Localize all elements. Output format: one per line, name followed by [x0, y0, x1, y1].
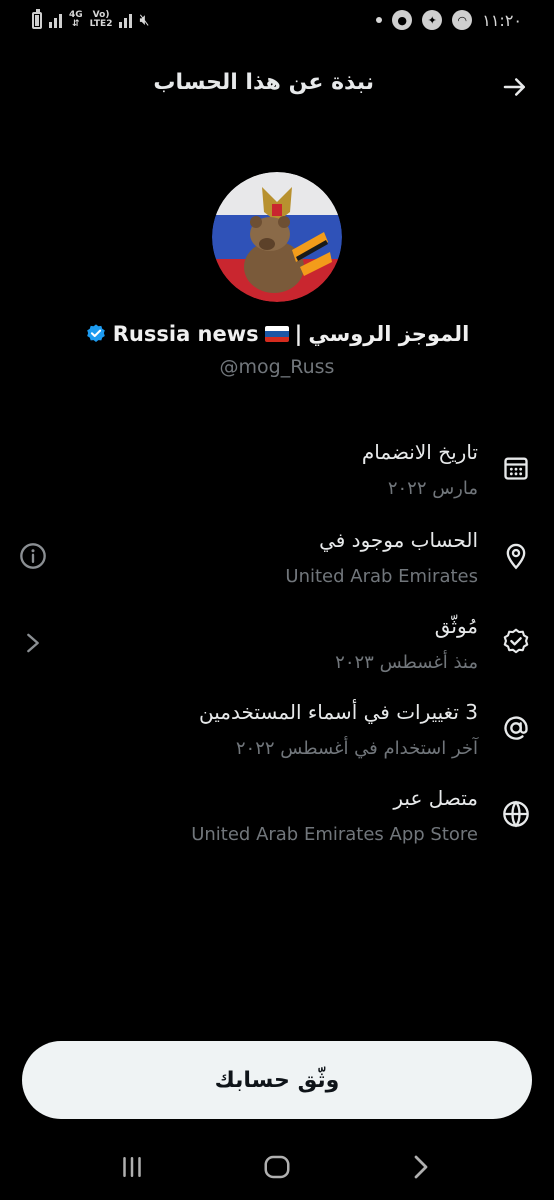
info-row-location: الحساب موجود في United Arab Emirates [0, 528, 554, 598]
status-right: ● ✦ ◠ ١١:٢٠ [376, 10, 522, 30]
joined-label: تاريخ الانضمام [361, 440, 478, 464]
at-sign-icon [504, 716, 528, 740]
username-changes-last: آخر استخدام في أغسطس ٢٠٢٢ [235, 738, 478, 759]
verified-label: مُوثّق [434, 614, 478, 638]
home-icon[interactable] [262, 1152, 292, 1182]
status-bar: 4G ⇵ Vo) LTE2 🔇︎ ● ✦ ◠ ١١:٢٠ [0, 0, 554, 44]
info-row-verified: مُوثّق منذ أغسطس ٢٠٢٣ [0, 614, 554, 684]
lte-label: LTE2 [89, 19, 113, 29]
notification-dot-icon [376, 17, 383, 23]
display-name: الموجز الروسي | Russia news [0, 322, 554, 346]
recent-apps-icon[interactable] [117, 1152, 147, 1182]
status-left: 4G ⇵ Vo) LTE2 🔇︎ [32, 8, 150, 30]
page-title: نبذة عن هذا الحساب [153, 70, 374, 95]
joined-date: مارس ٢٠٢٢ [387, 478, 478, 499]
network-label: 4G [69, 10, 83, 20]
header: نبذة عن هذا الحساب [0, 62, 554, 110]
connected-via-label: متصل عبر [393, 786, 478, 810]
clock: ١١:٢٠ [482, 10, 522, 30]
avatar[interactable] [212, 172, 342, 302]
verified-since: منذ أغسطس ٢٠٢٣ [335, 652, 478, 673]
back-icon[interactable] [406, 1152, 436, 1182]
globe-icon [503, 800, 529, 828]
display-name-english: Russia news [112, 322, 259, 346]
location-label: الحساب موجود في [319, 528, 478, 552]
battery-icon [32, 8, 42, 29]
avatar-image [212, 172, 342, 302]
app-notification-icon: ● [392, 10, 413, 30]
volte-indicator: Vo) LTE2 [90, 11, 113, 29]
network-type: 4G ⇵ [69, 10, 83, 29]
app-notification-icon-3: ◠ [452, 10, 473, 30]
signal-icon-2 [119, 12, 133, 28]
location-pin-icon [506, 543, 526, 570]
username-handle: @mog_Russ [219, 356, 335, 378]
info-row-connected-via: متصل عبر United Arab Emirates App Store [0, 786, 554, 856]
info-row-joined: تاريخ الانضمام مارس ٢٠٢٢ [0, 440, 554, 510]
connected-via-value: United Arab Emirates App Store [191, 824, 478, 845]
verified-badge-icon [86, 324, 105, 342]
mute-icon: 🔇︎ [139, 10, 150, 29]
name-separator: | [294, 322, 303, 346]
calendar-icon [504, 457, 528, 480]
system-nav-bar [0, 1140, 554, 1200]
location-value: United Arab Emirates [285, 566, 478, 587]
username-changes-label: 3 تغييرات في أسماء المستخدمين [199, 700, 478, 724]
app-notification-icon-2: ✦ [422, 10, 443, 30]
signal-icon [49, 12, 62, 28]
verified-outline-icon [503, 628, 529, 654]
russian-flag-icon [264, 326, 289, 342]
info-row-username-changes: 3 تغييرات في أسماء المستخدمين آخر استخدا… [0, 700, 554, 770]
verify-account-button[interactable]: وثّق حسابك [22, 1041, 532, 1119]
display-name-arabic: الموجز الروسي [308, 322, 470, 346]
arrow-right-icon[interactable] [500, 72, 530, 102]
